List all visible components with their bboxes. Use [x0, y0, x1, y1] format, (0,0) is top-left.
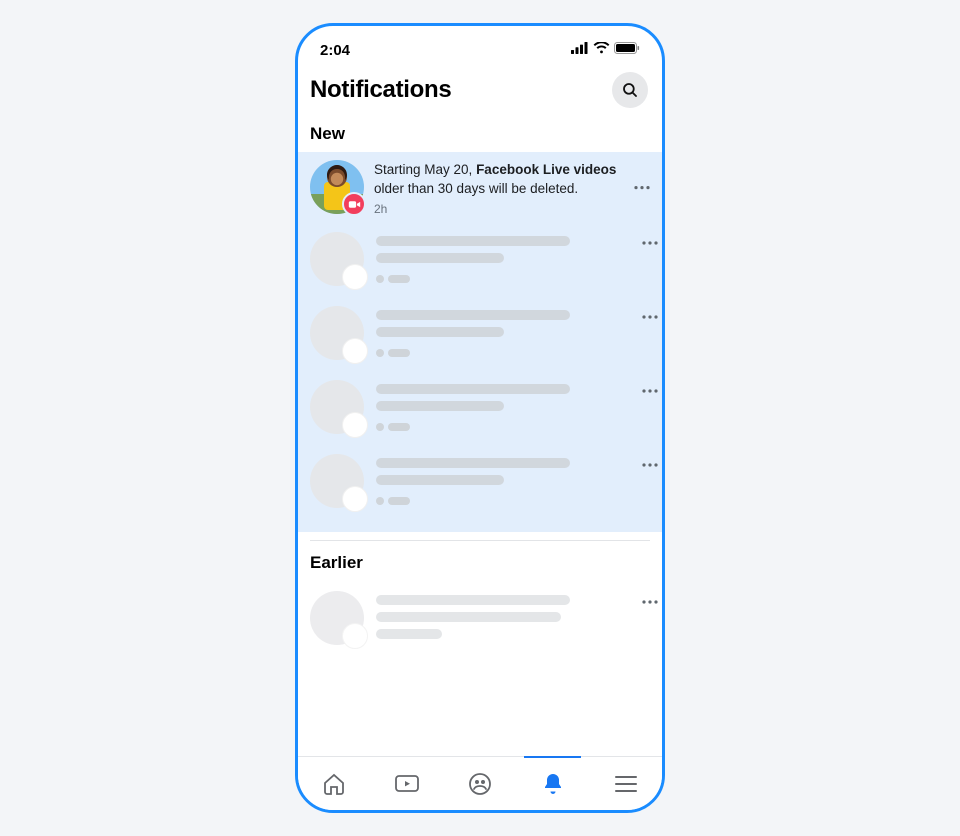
wifi-icon [593, 41, 610, 59]
status-icons [571, 41, 640, 59]
more-icon [642, 463, 658, 467]
tab-watch[interactable] [371, 757, 444, 810]
hamburger-icon [615, 775, 637, 793]
groups-icon [468, 772, 492, 796]
notification-item[interactable]: Starting May 20, Facebook Live videos ol… [298, 152, 662, 222]
more-icon [642, 315, 658, 319]
notification-suffix: older than 30 days will be deleted. [374, 181, 578, 196]
status-bar: 2:04 [298, 26, 662, 66]
status-time: 2:04 [320, 42, 350, 59]
live-video-icon [342, 192, 366, 216]
avatar [310, 160, 364, 214]
more-icon [642, 389, 658, 393]
section-new-label: New [298, 118, 662, 152]
tab-groups[interactable] [444, 757, 517, 810]
notification-more-button[interactable] [630, 169, 654, 198]
search-icon [621, 81, 639, 99]
notification-more-button[interactable] [642, 454, 658, 472]
section-earlier-label: Earlier [298, 541, 662, 581]
notification-bold: Facebook Live videos [476, 162, 616, 177]
new-notifications: Starting May 20, Facebook Live videos ol… [298, 152, 662, 532]
more-icon [642, 600, 658, 604]
home-icon [322, 772, 346, 796]
notification-placeholder [298, 444, 662, 518]
more-icon [634, 185, 650, 189]
notification-more-button[interactable] [642, 232, 658, 250]
search-button[interactable] [612, 72, 648, 108]
battery-icon [614, 41, 640, 59]
notification-more-button[interactable] [642, 591, 658, 609]
notification-text: Starting May 20, Facebook Live videos ol… [374, 160, 658, 218]
notification-placeholder [298, 296, 662, 370]
notification-placeholder [298, 370, 662, 444]
notification-placeholder [298, 222, 662, 296]
watch-icon [394, 772, 420, 796]
more-icon [642, 241, 658, 245]
cellular-icon [571, 41, 589, 59]
earlier-notifications [298, 581, 662, 654]
bell-icon [542, 772, 564, 796]
notification-more-button[interactable] [642, 380, 658, 398]
content-area: New [298, 118, 662, 756]
notification-time: 2h [374, 201, 624, 218]
notification-more-button[interactable] [642, 306, 658, 324]
tab-notifications[interactable] [516, 757, 589, 810]
tab-home[interactable] [298, 757, 371, 810]
notification-placeholder [298, 581, 662, 654]
notification-prefix: Starting May 20, [374, 162, 476, 177]
phone-frame: 2:04 Notifications New [295, 23, 665, 813]
page-header: Notifications [298, 66, 662, 118]
page-title: Notifications [310, 76, 451, 104]
bottom-nav [298, 756, 662, 810]
tab-menu[interactable] [589, 757, 662, 810]
